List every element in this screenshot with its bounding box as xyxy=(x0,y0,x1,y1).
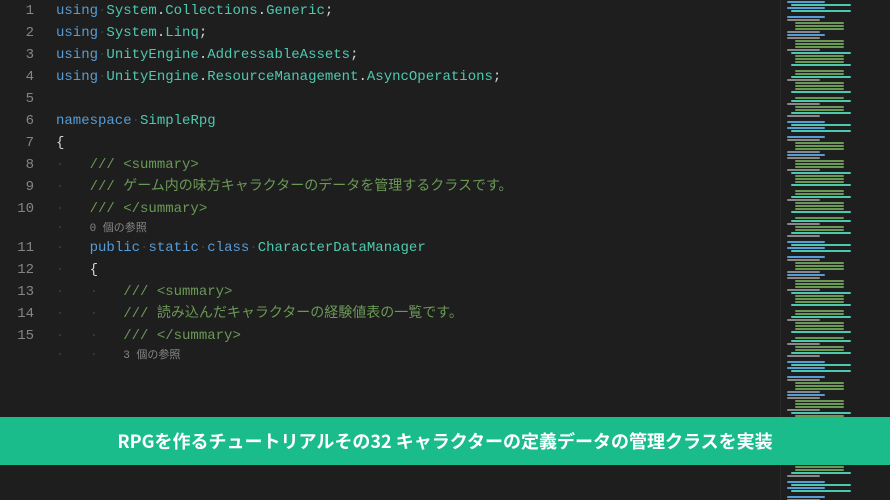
code-line[interactable]: using·UnityEngine.AddressableAssets; xyxy=(56,44,890,66)
token-punct: . xyxy=(157,25,165,41)
token-kw: class xyxy=(207,240,249,256)
line-number xyxy=(0,347,34,364)
code-line[interactable]: using·System.Collections.Generic; xyxy=(56,0,890,22)
token-ns: AsyncOperations xyxy=(367,69,493,85)
code-line[interactable]: { xyxy=(56,132,890,154)
token-punct: . xyxy=(157,3,165,19)
token-ws: · xyxy=(199,240,207,256)
code-line[interactable]: · · /// <summary> xyxy=(56,281,890,303)
token-ws: · xyxy=(249,240,257,256)
line-number: 9 xyxy=(0,176,34,198)
token-ns: SimpleRpg xyxy=(140,113,216,129)
codelens-reference[interactable]: · · 3 個の参照 xyxy=(56,347,890,364)
token-punct: . xyxy=(258,3,266,19)
token-com: /// xyxy=(90,179,124,195)
line-number: 14 xyxy=(0,303,34,325)
token-punct: { xyxy=(90,262,98,278)
code-line[interactable]: · · /// 読み込んだキャラクターの経験値表の一覧です。 xyxy=(56,303,890,325)
token-punct: ; xyxy=(350,47,358,63)
token-kw: public xyxy=(90,240,140,256)
token-kw: using xyxy=(56,25,98,41)
line-number: 13 xyxy=(0,281,34,303)
line-number: 4 xyxy=(0,66,34,88)
token-kw: namespace xyxy=(56,113,132,129)
token-punct: { xyxy=(56,135,64,151)
code-line[interactable]: using·System.Linq; xyxy=(56,22,890,44)
code-line[interactable]: · public·static·class·CharacterDataManag… xyxy=(56,237,890,259)
token-ns: Linq xyxy=(165,25,199,41)
token-com: <summary> xyxy=(123,157,199,173)
line-number: 5 xyxy=(0,88,34,110)
token-com: /// xyxy=(90,157,124,173)
code-line[interactable]: · · /// </summary> xyxy=(56,325,890,347)
banner-text: RPGを作るチュートリアルその32 キャラクターの定義データの管理クラスを実装 xyxy=(117,428,772,454)
token-punct: ; xyxy=(325,3,333,19)
code-line[interactable]: · { xyxy=(56,259,890,281)
token-ns: Collections xyxy=(165,3,257,19)
token-ref: 0 個の参照 xyxy=(90,223,147,235)
token-kw: using xyxy=(56,47,98,63)
line-number: 6 xyxy=(0,110,34,132)
token-kw: using xyxy=(56,3,98,19)
line-number: 7 xyxy=(0,132,34,154)
token-ns: System xyxy=(106,3,156,19)
token-punct: ; xyxy=(493,69,501,85)
token-ns: System xyxy=(106,25,156,41)
token-com: /// xyxy=(90,201,124,217)
token-punct: . xyxy=(358,69,366,85)
token-com: </summary> xyxy=(123,201,207,217)
token-punct: . xyxy=(199,47,207,63)
token-ns: ResourceManagement xyxy=(207,69,358,85)
token-com: ゲーム内の味方キャラクターのデータを管理するクラスです。 xyxy=(123,179,512,195)
token-ns: Generic xyxy=(266,3,325,19)
line-number: 15 xyxy=(0,325,34,347)
line-number: 3 xyxy=(0,44,34,66)
token-ns: UnityEngine xyxy=(106,69,198,85)
line-number: 2 xyxy=(0,22,34,44)
token-ws: · xyxy=(132,113,140,129)
token-ns: UnityEngine xyxy=(106,47,198,63)
line-number: 1 xyxy=(0,0,34,22)
line-number: 11 xyxy=(0,237,34,259)
line-number xyxy=(0,220,34,237)
code-line[interactable] xyxy=(56,88,890,110)
token-ns: AddressableAssets xyxy=(207,47,350,63)
line-number: 8 xyxy=(0,154,34,176)
tutorial-banner: RPGを作るチュートリアルその32 キャラクターの定義データの管理クラスを実装 xyxy=(0,417,890,465)
code-line[interactable]: using·UnityEngine.ResourceManagement.Asy… xyxy=(56,66,890,88)
code-line[interactable]: namespace·SimpleRpg xyxy=(56,110,890,132)
token-punct: . xyxy=(199,69,207,85)
code-line[interactable]: · /// </summary> xyxy=(56,198,890,220)
token-com: <summary> xyxy=(157,284,233,300)
token-ref: 3 個の参照 xyxy=(123,350,180,362)
line-number: 10 xyxy=(0,198,34,220)
line-number: 12 xyxy=(0,259,34,281)
token-kw: static xyxy=(148,240,198,256)
code-line[interactable]: · /// ゲーム内の味方キャラクターのデータを管理するクラスです。 xyxy=(56,176,890,198)
token-com: 読み込んだキャラクターの経験値表の一覧です。 xyxy=(157,306,463,322)
token-cls: CharacterDataManager xyxy=(258,240,426,256)
token-punct: ; xyxy=(199,25,207,41)
token-com: </summary> xyxy=(157,328,241,344)
token-kw: using xyxy=(56,69,98,85)
code-line[interactable]: · /// <summary> xyxy=(56,154,890,176)
token-com: /// xyxy=(123,306,157,322)
token-com: /// xyxy=(123,284,157,300)
codelens-reference[interactable]: · 0 個の参照 xyxy=(56,220,890,237)
token-com: /// xyxy=(123,328,157,344)
